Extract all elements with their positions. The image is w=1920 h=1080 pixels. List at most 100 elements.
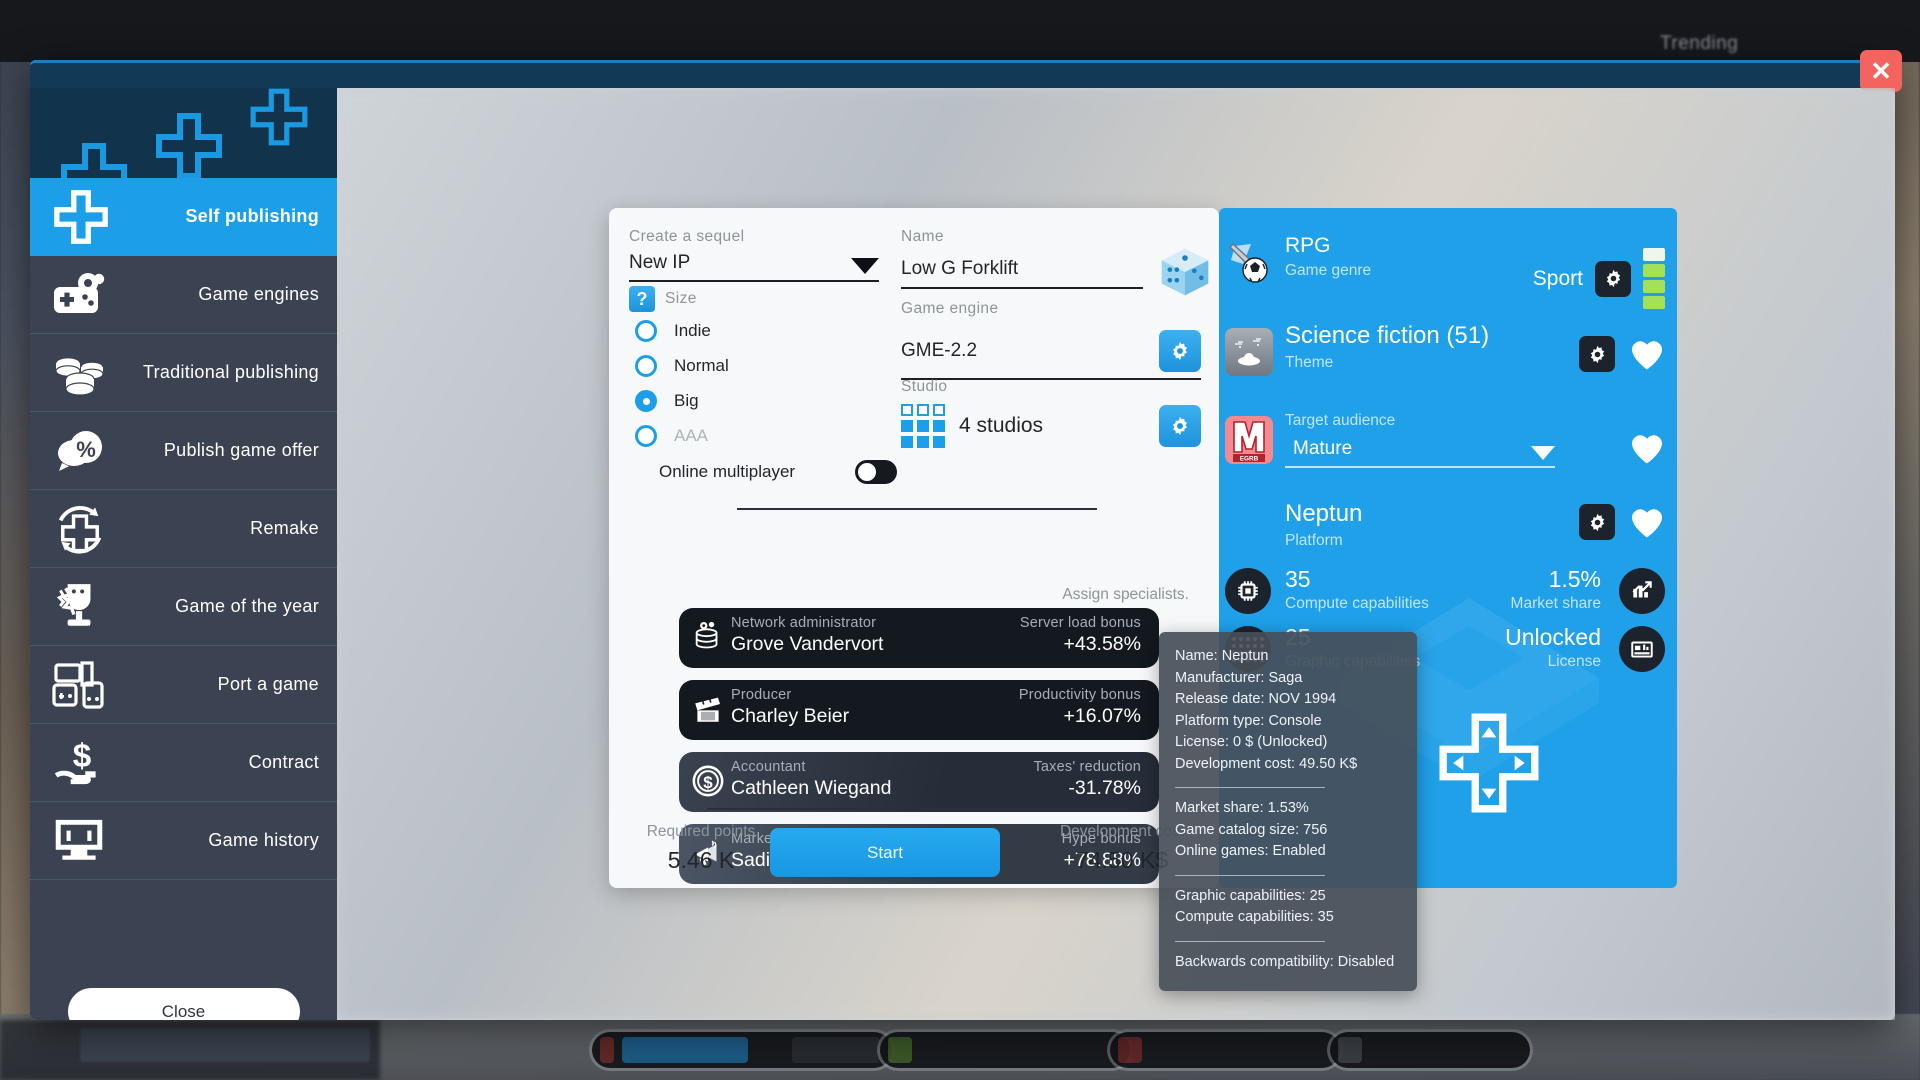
theme-value: Science fiction (51) [1285,322,1490,349]
dpad-navigation-icon[interactable] [1434,708,1544,818]
sword-ball-icon [1229,243,1268,283]
gamepad-gear-icon [52,272,126,318]
specialist-bonus-value: -31.78% [1068,777,1141,799]
specialist-accountant[interactable]: $ Accountant Taxes' reduction Cathleen W… [679,752,1159,812]
dpad-icon [52,188,126,246]
sidebar-item-port-a-game[interactable]: Port a game [30,646,337,724]
required-points-value: 5.46 K [667,847,735,873]
sidebar-item-game-of-the-year[interactable]: Game of the year [30,568,337,646]
studio-settings-button[interactable] [1159,405,1201,447]
tooltip-line: Market share: 1.53% [1175,800,1309,816]
dollar-coin-icon: $ [692,765,724,797]
egrb-text: EGRB [1240,456,1259,463]
background-status-pill [592,1032,892,1068]
size-option-normal[interactable]: Normal [635,355,729,377]
specialist-bonus-label: Taxes' reduction [1033,759,1141,775]
sidebar-item-contract[interactable]: $ Contract [30,724,337,802]
sidebar-item-label: Remake [250,518,319,538]
gear-icon [1590,513,1604,531]
theme-settings-button[interactable] [1579,336,1615,372]
sidebar-header-decoration [30,88,337,178]
platform-label: Platform [1285,532,1343,549]
start-button[interactable]: Start [770,828,1000,877]
radio-icon [635,425,657,447]
sidebar-item-label: Game engines [198,284,319,304]
heart-icon[interactable] [1629,338,1665,371]
size-option-label: Normal [674,356,729,375]
dpad-icon [156,113,222,178]
sidebar-item-label: Traditional publishing [142,362,319,382]
background-status-pill [880,1032,1130,1068]
sidebar-item-label: Port a game [217,674,319,694]
license-label: License [1547,653,1601,670]
tooltip-line: License: 0 $ (Unlocked) [1175,734,1328,750]
chart-up-icon[interactable] [1619,568,1665,614]
tooltip-divider [1175,874,1325,876]
tooltip-line: Manufacturer: Saga [1175,669,1303,686]
name-label: Name [901,228,944,245]
sidebar-item-traditional-publishing[interactable]: Traditional publishing [30,334,337,412]
tooltip-line: Compute capabilities: 35 [1175,909,1334,925]
platform-settings-button[interactable] [1579,504,1615,540]
tooltip-line: Online games: Enabled [1175,843,1326,859]
genre-settings-button[interactable] [1595,260,1631,297]
studio-field: Studio 4 studios [901,378,1201,448]
name-input[interactable]: Low G Forklift [901,258,1018,279]
studio-label: Studio [901,378,948,395]
store-icon[interactable] [1619,626,1665,672]
question-mark-icon[interactable]: ? [629,286,655,312]
ufo-icon [1225,328,1273,376]
size-option-indie[interactable]: Indie [635,320,711,342]
heart-icon[interactable] [1629,506,1665,539]
market-share-value: 1.5% [1548,566,1601,592]
server-gear-icon [695,621,718,649]
sidebar-item-remake[interactable]: Remake [30,490,337,568]
sequel-label: Create a sequel [629,228,745,245]
sidebar-close-button[interactable]: Close [67,988,300,1020]
sidebar-item-label: Game history [208,830,319,850]
sidebar-item-label: Self publishing [185,206,319,226]
studio-value: 4 studios [959,414,1044,437]
svg-text:%: % [76,437,96,462]
sidebar-item-game-engines[interactable]: Game engines [30,256,337,334]
platform-row: Neptun Platform [1219,500,1677,570]
target-audience-select[interactable]: Mature [1285,438,1555,468]
genre-secondary-value: Sport [1532,266,1583,290]
target-audience-value: Mature [1293,438,1353,459]
dpad-icon [61,143,127,178]
license-value: Unlocked [1505,624,1601,650]
size-option-big[interactable]: Big [635,390,699,412]
sidebar-item-game-history[interactable]: Game history [30,802,337,880]
specialist-network-administrator[interactable]: Network administrator Server load bonus … [679,608,1159,668]
close-icon[interactable]: ✕ [1860,50,1902,92]
heart-icon[interactable] [1629,432,1665,465]
sequel-select[interactable]: New IP [629,252,879,282]
platform-value: Neptun [1285,500,1363,527]
size-option-aaa[interactable]: AAA [635,425,708,447]
theme-label: Theme [1285,354,1334,371]
background-trending-label: Trending [1660,33,1739,54]
content-area: Create a sequel New IP ? Size Indie Norm… [337,88,1895,1020]
dice-icon[interactable] [1157,244,1213,300]
gear-icon [1173,416,1187,436]
sidebar-item-label: Game of the year [175,596,319,616]
consoles-icon [52,660,126,710]
game-engine-settings-button[interactable] [1159,330,1201,372]
egrb-mature-icon: EGRB [1225,416,1273,464]
target-audience-row: EGRB Target audience Mature [1219,412,1677,492]
size-label: Size [665,290,697,307]
platform-tooltip: Name: Neptun Manufacturer: Saga Release … [1159,632,1417,991]
monitor-icon [52,817,126,865]
sidebar-item-publish-game-offer[interactable]: % Publish game offer [30,412,337,490]
online-multiplayer-toggle[interactable] [855,460,898,484]
tooltip-line: Release date: NOV 1994 [1175,691,1337,707]
radio-icon-selected [635,390,657,412]
svg-text:$: $ [703,773,713,792]
sidebar-item-label: Publish game offer [163,440,319,460]
percent-speech-icon: % [52,428,126,474]
sidebar-item-self-publishing[interactable]: Self publishing [30,178,337,256]
online-multiplayer-row[interactable]: Online multiplayer [659,460,898,484]
market-share-label: Market share [1510,595,1601,612]
specialist-producer[interactable]: Producer Productivity bonus Charley Beie… [679,680,1159,740]
compute-value: 35 [1285,566,1311,592]
